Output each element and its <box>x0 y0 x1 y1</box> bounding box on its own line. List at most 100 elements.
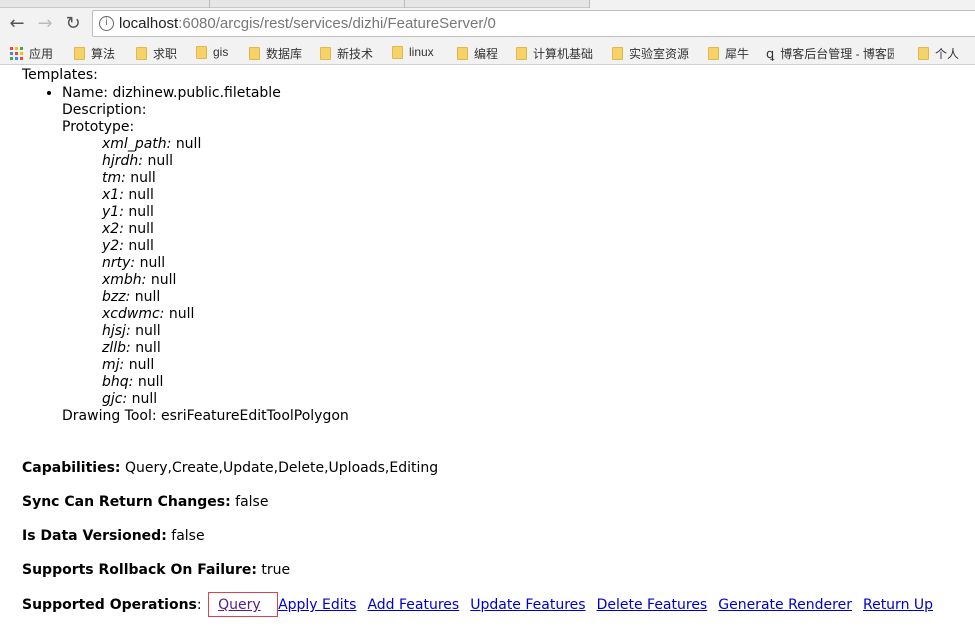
field-name: y2: <box>102 238 124 254</box>
op-delete-features-link[interactable]: Delete Features <box>597 597 708 613</box>
prototype-field: y2: null <box>102 238 349 255</box>
reload-icon[interactable]: ↻ <box>62 13 84 34</box>
field-value: null <box>150 272 177 288</box>
op-add-features-link[interactable]: Add Features <box>367 597 459 613</box>
field-name: xmbh: <box>102 272 147 288</box>
prototype-field: xcdwmc: null <box>102 306 349 323</box>
template-item: Name: dizhinew.public.filetable Descript… <box>62 85 349 425</box>
op-generate-renderer-link[interactable]: Generate Renderer <box>718 597 852 613</box>
prototype-field: hjsj: null <box>102 323 349 340</box>
bookmark-label: linux <box>409 45 434 59</box>
apps-icon <box>10 47 23 60</box>
back-icon[interactable]: ← <box>6 13 28 34</box>
field-name: xml_path: <box>102 136 172 152</box>
templates-label: Templates: <box>22 67 98 83</box>
op-query-link[interactable]: Query <box>218 597 261 613</box>
prototype-field: x2: null <box>102 221 349 238</box>
prototype-field: zllb: null <box>102 340 349 357</box>
bookmark-label: 博客后台管理 - 博客园 <box>780 47 895 61</box>
folder-icon <box>136 47 147 60</box>
op-update-features-link[interactable]: Update Features <box>470 597 585 613</box>
bookmark-folder[interactable]: linux <box>392 45 434 59</box>
template-list: Name: dizhinew.public.filetable Descript… <box>44 85 349 425</box>
bookmark-apps[interactable]: 应用 <box>10 45 53 62</box>
field-value: null <box>139 255 166 271</box>
folder-icon <box>708 47 719 60</box>
bookmark-folder[interactable]: 数据库 <box>249 45 302 62</box>
field-value: null <box>175 136 202 152</box>
folder-icon <box>392 45 403 59</box>
capabilities: Capabilities: Query,Create,Update,Delete… <box>22 460 438 477</box>
address-bar[interactable]: i localhost:6080/arcgis/rest/services/di… <box>92 10 975 37</box>
sync-value: false <box>235 494 269 510</box>
prototype-field: hjrdh: null <box>102 153 349 170</box>
prototype-field: tm: null <box>102 170 349 187</box>
browser-tab[interactable] <box>405 0 590 8</box>
field-name: tm: <box>102 170 126 186</box>
bookmark-label: 新技术 <box>337 47 374 61</box>
field-value: null <box>135 340 161 356</box>
info-icon[interactable]: i <box>99 16 114 31</box>
prototype-field: bhq: null <box>102 374 349 391</box>
bookmark-folder[interactable]: 求职 <box>136 45 177 62</box>
field-name: xcdwmc: <box>102 306 165 322</box>
tab-strip <box>0 0 975 9</box>
is-data-versioned: Is Data Versioned: false <box>22 528 205 545</box>
bookmark-folder[interactable]: 新技术 <box>320 45 373 62</box>
browser-tab[interactable] <box>0 0 210 8</box>
site-icon: ꝗ <box>766 45 775 61</box>
url-host: localhost <box>119 15 179 32</box>
bookmark-label: 实验室资源 <box>629 47 690 61</box>
field-value: null <box>137 374 164 390</box>
folder-icon <box>320 47 331 60</box>
field-name: mj: <box>102 357 125 373</box>
browser-tab[interactable] <box>210 0 405 8</box>
field-name: hjsj: <box>102 323 131 339</box>
bookmark-folder[interactable]: 个人 <box>918 45 959 62</box>
op-return-updated-link[interactable]: Return Up <box>863 597 933 613</box>
folder-icon <box>612 47 623 60</box>
folder-icon <box>249 47 260 60</box>
folder-icon <box>74 47 85 60</box>
bookmark-folder[interactable]: 犀牛 <box>708 45 749 62</box>
field-name: bzz: <box>102 289 131 305</box>
bookmark-folder[interactable]: 算法 <box>74 45 115 62</box>
field-name: hjrdh: <box>102 153 143 169</box>
op-apply-edits-link[interactable]: Apply Edits <box>278 597 356 613</box>
bookmark-label: 个人 <box>935 47 960 61</box>
field-value: null <box>128 357 155 373</box>
bookmark-label: 数据库 <box>266 47 303 61</box>
supports-rollback: Supports Rollback On Failure: true <box>22 562 290 579</box>
rollback-value: true <box>261 562 291 578</box>
folder-icon <box>516 47 527 60</box>
capabilities-value: Query,Create,Update,Delete,Uploads,Editi… <box>124 460 439 476</box>
prototype-field: y1: null <box>102 204 349 221</box>
prototype-field: nrty: null <box>102 255 349 272</box>
bookmark-label: 犀牛 <box>725 47 750 61</box>
prototype-field: gjc: null <box>102 391 349 408</box>
field-name: nrty: <box>102 255 136 271</box>
rollback-label: Supports Rollback On Failure: <box>22 562 257 578</box>
bookmark-folder[interactable]: 实验室资源 <box>612 45 689 62</box>
drawing-tool: Drawing Tool: esriFeatureEditToolPolygon <box>62 408 349 424</box>
field-name: gjc: <box>102 391 128 407</box>
bookmarks-bar: 应用 算法 求职 gis 数据库 新技术 linux 编程 计算机基础 实验室资… <box>0 40 975 65</box>
forward-icon[interactable]: → <box>34 13 56 34</box>
bookmark-folder[interactable]: 编程 <box>457 45 498 62</box>
supported-operations: Supported Operations: Query Apply Edits A… <box>22 592 944 617</box>
bookmark-label: gis <box>213 45 229 59</box>
bookmark-label: 算法 <box>91 47 116 61</box>
versioned-value: false <box>171 528 205 544</box>
operations-label: Supported Operations <box>22 597 197 613</box>
prototype-label: Prototype: <box>62 119 135 135</box>
bookmark-folder[interactable]: 计算机基础 <box>516 45 593 62</box>
prototype-field: xml_path: null <box>102 136 349 153</box>
sync-label: Sync Can Return Changes: <box>22 494 231 510</box>
browser-toolbar: ← → ↻ i localhost:6080/arcgis/rest/servi… <box>0 8 975 40</box>
field-value: null <box>168 306 195 322</box>
bookmark-site[interactable]: ꝗ 博客后台管理 - 博客园 <box>766 45 894 62</box>
page-content: Templates: Name: dizhinew.public.filetab… <box>0 66 975 644</box>
bookmark-folder[interactable]: gis <box>196 45 228 59</box>
field-value: null <box>128 221 154 237</box>
url-path: :6080/arcgis/rest/services/dizhi/Feature… <box>178 15 496 32</box>
